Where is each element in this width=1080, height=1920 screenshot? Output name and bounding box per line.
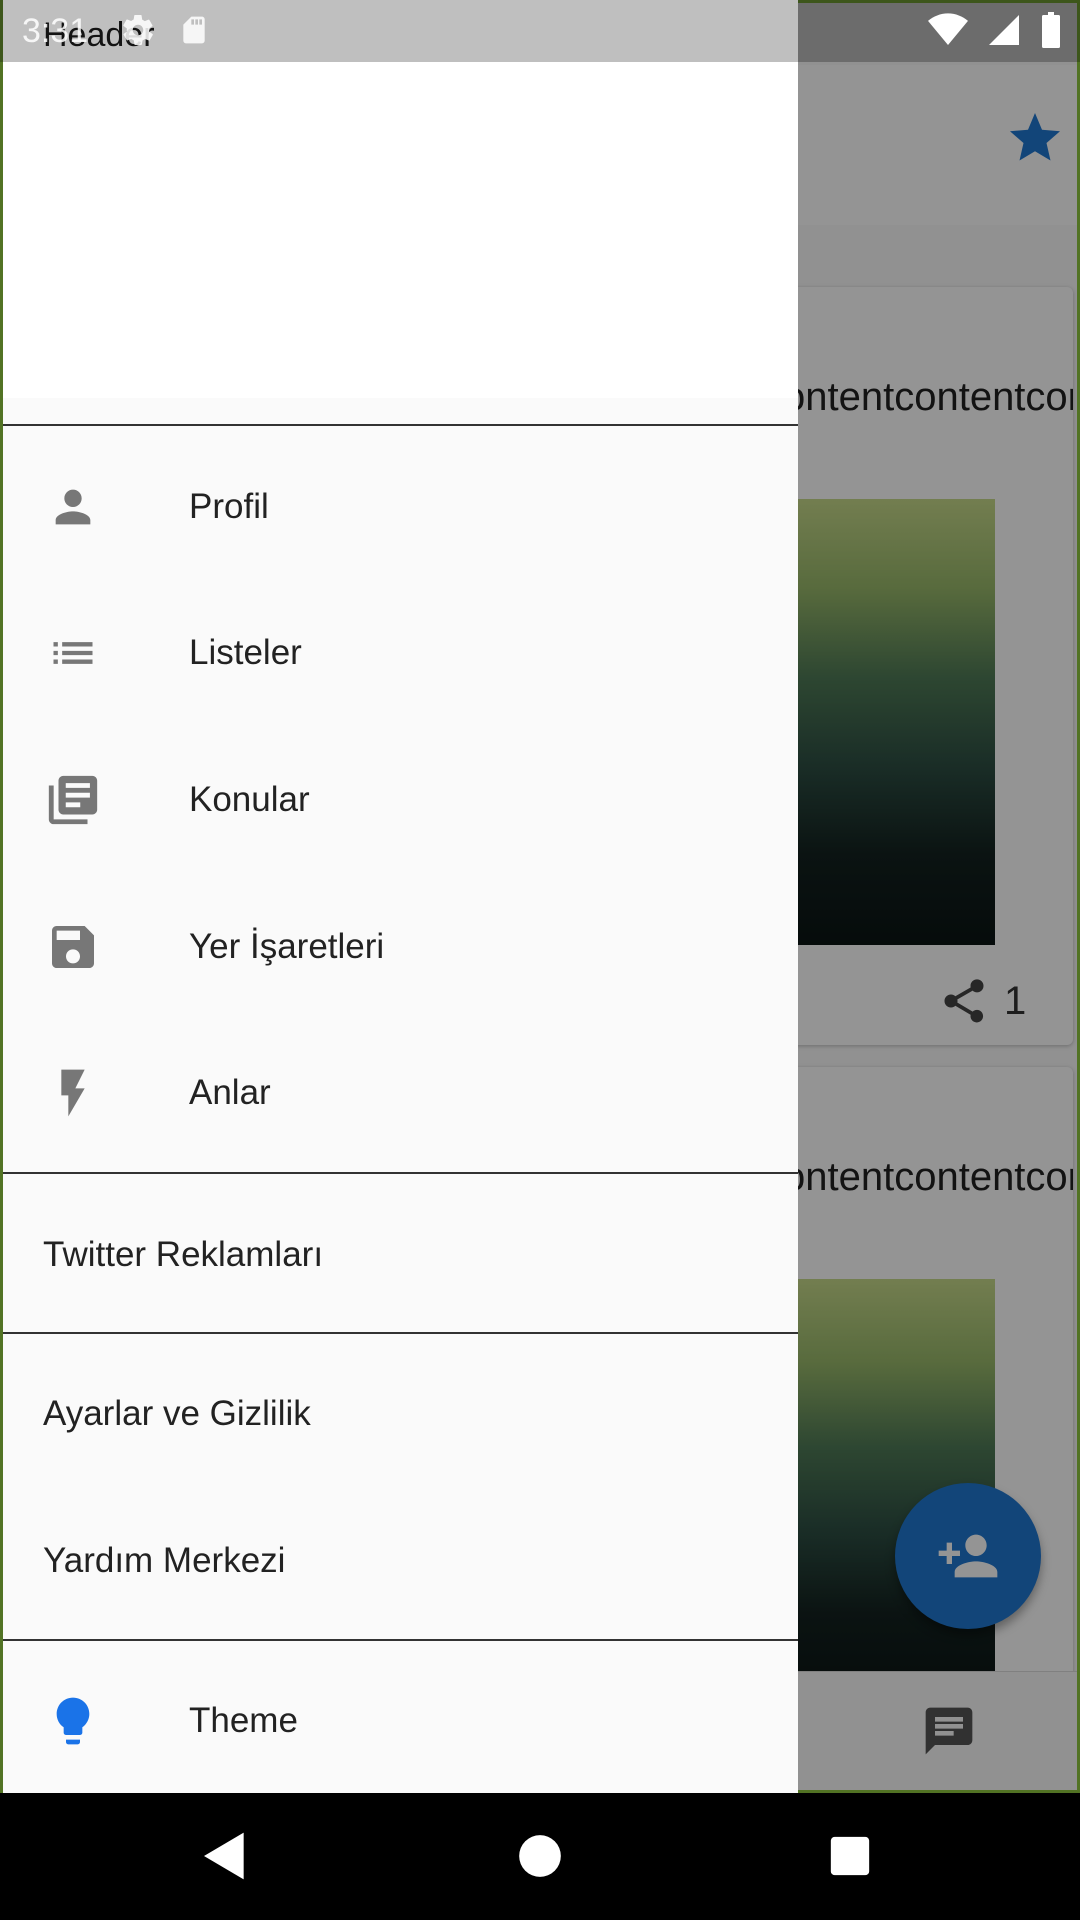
settings-icon — [123, 15, 153, 46]
drawer-item-topics[interactable]: Konular — [3, 740, 798, 860]
signal-icon — [989, 15, 1019, 45]
recents-button[interactable] — [815, 1821, 885, 1891]
recents-icon — [830, 1836, 870, 1876]
drawer-item-help-center[interactable]: Yardım Merkezi — [3, 1501, 798, 1621]
person-icon — [43, 477, 103, 537]
divider — [3, 1172, 798, 1174]
drawer-item-twitter-ads[interactable]: Twitter Reklamları — [3, 1195, 798, 1315]
topics-icon — [43, 770, 103, 830]
back-icon — [204, 1832, 244, 1880]
drawer-item-label: Konular — [189, 780, 310, 819]
status-time: 3:31 — [22, 12, 89, 50]
drawer-item-label: Profil — [189, 487, 269, 526]
home-button[interactable] — [505, 1821, 575, 1891]
navigation-drawer: Header Profil Listeler Konular Yer İşare… — [3, 0, 798, 1793]
sd-card-icon — [183, 16, 205, 44]
divider — [3, 1639, 798, 1641]
drawer-item-label: Twitter Reklamları — [43, 1235, 324, 1274]
drawer-item-lists[interactable]: Listeler — [3, 593, 798, 713]
lightbulb-icon — [43, 1691, 103, 1751]
drawer-item-label: Ayarlar ve Gizlilik — [43, 1394, 311, 1433]
back-button[interactable] — [190, 1821, 260, 1891]
flash-icon — [43, 1063, 103, 1123]
divider — [3, 424, 798, 426]
wifi-icon — [928, 13, 968, 46]
system-nav-bar — [0, 1793, 1080, 1920]
bookmark-save-icon — [43, 917, 103, 977]
drawer-item-label: Anlar — [189, 1073, 271, 1112]
home-icon — [519, 1835, 561, 1877]
drawer-item-settings-privacy[interactable]: Ayarlar ve Gizlilik — [3, 1354, 798, 1474]
divider — [3, 1332, 798, 1334]
status-bar: 3:31 — [0, 0, 1080, 62]
list-icon — [43, 623, 103, 683]
drawer-item-bookmarks[interactable]: Yer İşaretleri — [3, 887, 798, 1007]
drawer-item-profile[interactable]: Profil — [3, 447, 798, 567]
drawer-item-moments[interactable]: Anlar — [3, 1033, 798, 1153]
battery-icon — [1042, 12, 1060, 48]
drawer-item-label: Theme — [189, 1701, 298, 1740]
drawer-item-label: Listeler — [189, 633, 302, 672]
drawer-item-label: Yardım Merkezi — [43, 1541, 286, 1580]
drawer-item-theme[interactable]: Theme — [3, 1661, 798, 1781]
drawer-item-label: Yer İşaretleri — [189, 927, 385, 966]
